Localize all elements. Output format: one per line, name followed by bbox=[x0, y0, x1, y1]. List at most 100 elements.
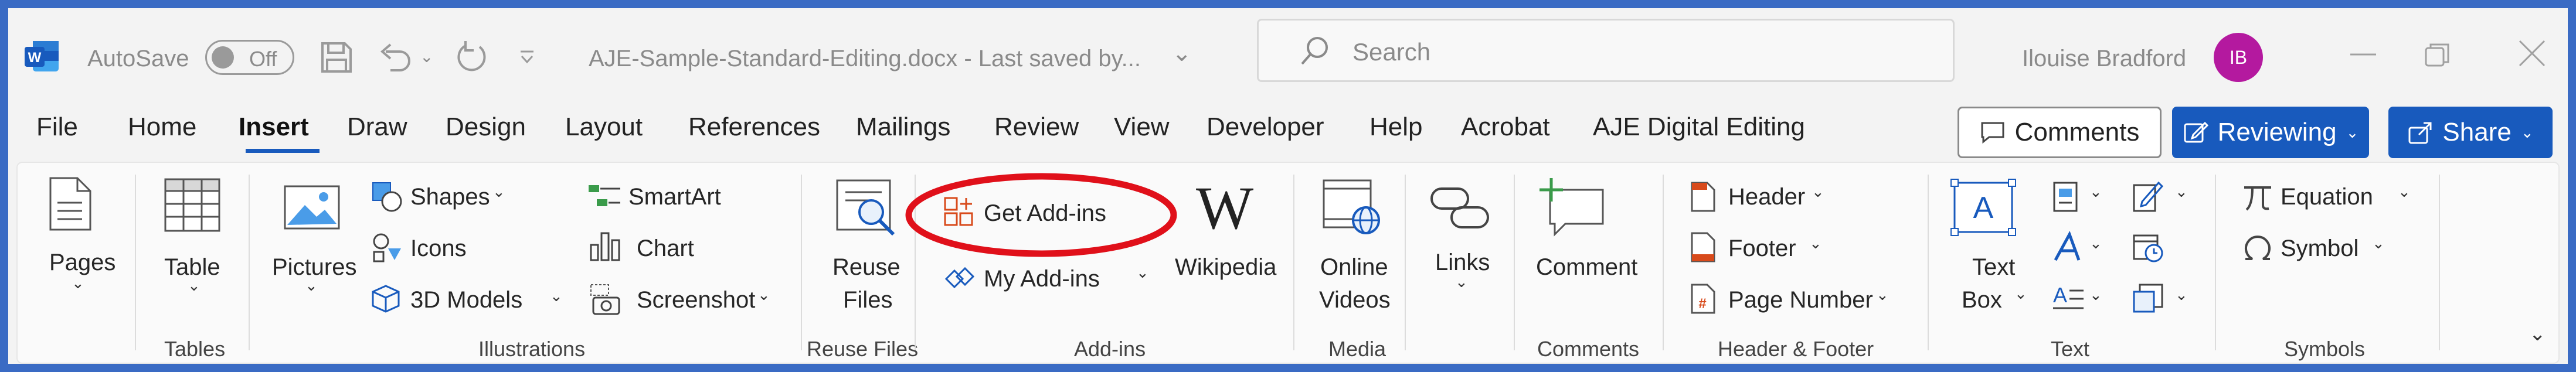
group-divider bbox=[1514, 175, 1515, 350]
tab-home[interactable]: Home bbox=[128, 112, 196, 142]
shapes-icon bbox=[372, 182, 402, 212]
share-icon bbox=[2408, 122, 2432, 144]
tab-design[interactable]: Design bbox=[446, 112, 526, 142]
chevron-down-icon: ⌄ bbox=[1812, 183, 1824, 200]
screenshot-label: Screenshot bbox=[637, 287, 756, 313]
search-icon bbox=[1301, 37, 1328, 65]
svg-text:A: A bbox=[2053, 283, 2067, 307]
tab-view[interactable]: View bbox=[1114, 112, 1170, 142]
chevron-down-icon: ⌄ bbox=[757, 286, 770, 303]
group-label-media: Media bbox=[1328, 337, 1386, 361]
tab-references[interactable]: References bbox=[688, 112, 820, 142]
pages-icon bbox=[49, 177, 91, 231]
group-divider bbox=[1405, 175, 1406, 350]
word-icon[interactable]: W bbox=[25, 39, 60, 74]
restore-icon[interactable] bbox=[2424, 41, 2452, 69]
tab-layout[interactable]: Layout bbox=[565, 112, 643, 142]
group-divider bbox=[1663, 175, 1664, 350]
toggle-knob bbox=[212, 46, 234, 69]
chevron-down-icon: ⌄ bbox=[2398, 183, 2411, 200]
undo-dropdown-chevron-icon[interactable]: ⌄ bbox=[420, 47, 433, 66]
signature-line-icon bbox=[2133, 181, 2164, 212]
share-button[interactable]: Share ⌄ bbox=[2388, 107, 2553, 158]
group-label-header-footer: Header & Footer bbox=[1718, 337, 1874, 361]
tab-review[interactable]: Review bbox=[994, 112, 1079, 142]
shapes-label: Shapes bbox=[410, 184, 490, 210]
symbol-label: Symbol bbox=[2281, 236, 2359, 261]
avatar[interactable]: IB bbox=[2214, 33, 2263, 82]
quick-parts-icon bbox=[2053, 182, 2078, 212]
reuse-files-label-line2: Files bbox=[843, 287, 893, 313]
tab-acrobat[interactable]: Acrobat bbox=[1461, 112, 1550, 142]
redo-icon[interactable] bbox=[454, 40, 489, 75]
drop-cap-icon: A bbox=[2053, 283, 2084, 309]
avatar-initials: IB bbox=[2229, 46, 2248, 68]
close-icon[interactable] bbox=[2519, 40, 2546, 67]
link-icon bbox=[1430, 187, 1489, 228]
wikipedia-icon: W bbox=[1196, 175, 1254, 242]
icons-icon bbox=[373, 233, 401, 262]
group-divider bbox=[2215, 175, 2216, 350]
smartart-label: SmartArt bbox=[628, 184, 721, 210]
chevron-down-icon: ⌄ bbox=[188, 277, 200, 294]
chevron-down-icon: ⌄ bbox=[550, 287, 563, 305]
comments-button-label: Comments bbox=[2014, 118, 2140, 146]
group-label-symbols: Symbols bbox=[2284, 337, 2366, 361]
icons-label: Icons bbox=[410, 236, 467, 261]
title-dropdown-chevron-icon[interactable]: ⌄ bbox=[1172, 40, 1192, 67]
minimize-icon[interactable] bbox=[2350, 52, 2376, 57]
chevron-down-icon: ⌄ bbox=[1876, 286, 1889, 303]
active-tab-indicator bbox=[246, 149, 320, 153]
text-box-label-line1: Text bbox=[1972, 254, 2016, 280]
tab-mailings[interactable]: Mailings bbox=[856, 112, 950, 142]
chevron-down-icon: ⌄ bbox=[2346, 123, 2359, 141]
page-number-icon: # bbox=[1691, 284, 1715, 314]
omega-icon bbox=[2245, 236, 2271, 260]
tab-aje-digital-editing[interactable]: AJE Digital Editing bbox=[1593, 112, 1805, 142]
chevron-down-icon: ⌄ bbox=[2089, 183, 2102, 200]
chevron-down-icon: ⌄ bbox=[2014, 285, 2027, 302]
user-name[interactable]: Ilouise Bradford bbox=[2022, 46, 2186, 72]
chevron-down-icon: ⌄ bbox=[2175, 286, 2188, 303]
tab-draw[interactable]: Draw bbox=[347, 112, 407, 142]
comment-label: Comment bbox=[1536, 254, 1638, 280]
chevron-down-icon: ⌄ bbox=[1455, 273, 1468, 291]
chevron-down-icon: ⌄ bbox=[2372, 234, 2385, 252]
search-box[interactable]: Search bbox=[1257, 19, 1955, 82]
object-icon bbox=[2133, 284, 2163, 313]
group-divider bbox=[2439, 175, 2440, 350]
pi-icon bbox=[2244, 186, 2271, 211]
camera-icon bbox=[590, 284, 620, 315]
online-videos-icon bbox=[1323, 179, 1380, 234]
chevron-down-icon: ⌄ bbox=[1809, 234, 1822, 252]
tab-insert[interactable]: Insert bbox=[239, 112, 309, 142]
title-bar: W AutoSave Off ⌄ AJE-Sample-Standard-Edi… bbox=[8, 8, 2568, 102]
tab-file[interactable]: File bbox=[36, 112, 78, 142]
autosave-state: Off bbox=[249, 47, 277, 71]
header-label: Header bbox=[1728, 184, 1806, 210]
search-placeholder: Search bbox=[1352, 38, 1431, 66]
collapse-ribbon-icon[interactable]: ⌄ bbox=[2529, 322, 2546, 346]
chart-icon bbox=[590, 232, 620, 261]
svg-text:A: A bbox=[1973, 191, 1994, 225]
save-icon[interactable] bbox=[320, 41, 353, 74]
equation-label: Equation bbox=[2281, 184, 2373, 210]
tab-developer[interactable]: Developer bbox=[1207, 112, 1324, 142]
footer-icon bbox=[1691, 232, 1715, 262]
group-divider bbox=[1293, 175, 1294, 350]
group-label-illustrations: Illustrations bbox=[478, 337, 586, 361]
undo-icon[interactable] bbox=[378, 40, 413, 74]
group-label-tables: Tables bbox=[164, 337, 226, 361]
autosave-toggle[interactable]: Off bbox=[205, 40, 294, 75]
document-title[interactable]: AJE-Sample-Standard-Editing.docx - Last … bbox=[589, 46, 1141, 72]
reviewing-button[interactable]: Reviewing ⌄ bbox=[2172, 107, 2369, 158]
my-addins-icon bbox=[944, 267, 975, 289]
chevron-down-icon: ⌄ bbox=[2089, 286, 2102, 303]
svg-text:#: # bbox=[1698, 296, 1706, 312]
comments-button[interactable]: Comments bbox=[1958, 107, 2162, 158]
header-icon bbox=[1691, 182, 1715, 212]
tab-help[interactable]: Help bbox=[1369, 112, 1423, 142]
customize-toolbar-icon[interactable] bbox=[518, 49, 536, 66]
group-label-text: Text bbox=[2051, 337, 2090, 361]
3d-models-label: 3D Models bbox=[410, 287, 523, 313]
